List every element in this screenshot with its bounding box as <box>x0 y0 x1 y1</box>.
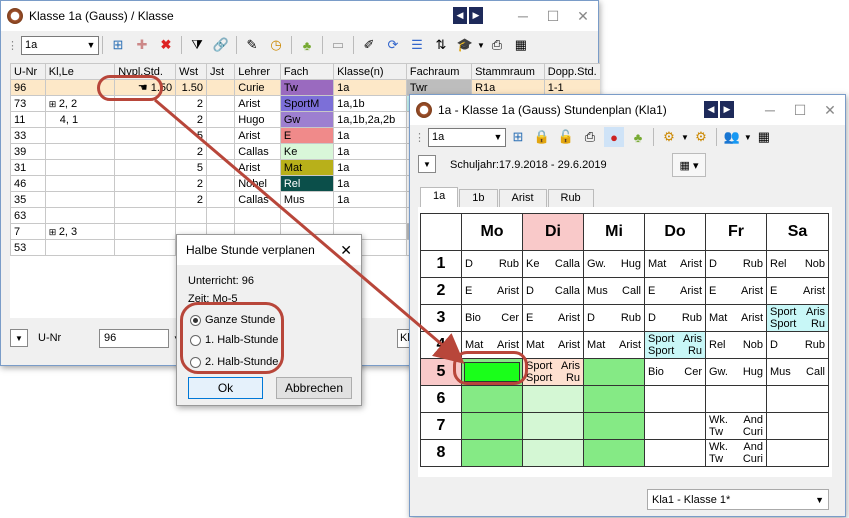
annotation-arrows <box>154 98 465 364</box>
